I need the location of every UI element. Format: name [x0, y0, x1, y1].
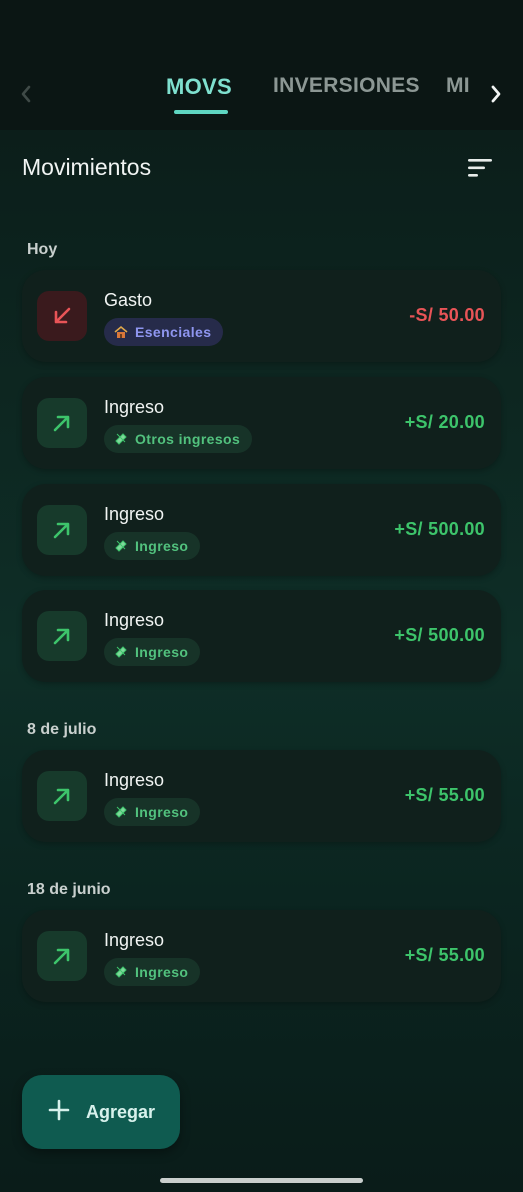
- transaction-amount: -S/ 50.00: [409, 305, 485, 325]
- transaction-amount: +S/ 55.00: [404, 785, 485, 805]
- tab-inversiones[interactable]: INVERSIONES: [273, 74, 420, 98]
- chevron-right-icon[interactable]: [484, 82, 508, 106]
- sort-filter-icon[interactable]: [467, 156, 493, 180]
- add-button-label: Agregar: [86, 1101, 156, 1122]
- category-label: Esenciales: [135, 324, 212, 340]
- top-tab-bar: MOVS INVERSIONES MI: [0, 0, 523, 130]
- transaction-amount: +S/ 500.00: [394, 519, 485, 539]
- transaction-title: Gasto: [104, 290, 153, 310]
- transaction-card[interactable]: Gasto Esenciales -S/ 50.00: [22, 270, 501, 362]
- money-icon: [114, 965, 128, 979]
- arrow-up-right-icon: [37, 611, 87, 661]
- category-chip: Ingreso: [104, 798, 201, 826]
- transaction-title: Ingreso: [104, 770, 165, 790]
- money-icon: [114, 539, 128, 553]
- date-group-label: 8 de julio: [27, 721, 97, 738]
- home-indicator[interactable]: [160, 1178, 363, 1183]
- transaction-title: Ingreso: [104, 930, 165, 950]
- transaction-amount: +S/ 55.00: [404, 945, 485, 965]
- category-label: Ingreso: [135, 538, 189, 554]
- house-icon: [114, 325, 128, 339]
- transaction-card[interactable]: Ingreso Ingreso +S/ 500.00: [22, 484, 501, 576]
- arrow-up-right-icon: [37, 505, 87, 555]
- tab-mi[interactable]: MI: [446, 74, 472, 98]
- money-icon: [114, 805, 128, 819]
- arrow-down-left-icon: [37, 291, 87, 341]
- category-label: Ingreso: [135, 804, 189, 820]
- money-icon: [114, 645, 128, 659]
- category-label: Otros ingresos: [135, 431, 241, 447]
- page-title: Movimientos: [22, 154, 152, 180]
- transaction-card[interactable]: Ingreso Otros ingresos +S/ 20.00: [22, 377, 501, 469]
- date-group-label: 18 de junio: [27, 881, 111, 898]
- add-button[interactable]: Agregar: [22, 1075, 180, 1149]
- transaction-title: Ingreso: [104, 397, 165, 417]
- category-label: Ingreso: [135, 964, 189, 980]
- category-chip: Ingreso: [104, 638, 201, 666]
- date-group-label: Hoy: [27, 241, 58, 258]
- category-label: Ingreso: [135, 644, 189, 660]
- arrow-up-right-icon: [37, 771, 87, 821]
- active-tab-indicator: [174, 110, 228, 114]
- transaction-title: Ingreso: [104, 504, 165, 524]
- arrow-up-right-icon: [37, 398, 87, 448]
- transaction-card[interactable]: Ingreso Ingreso +S/ 55.00: [22, 750, 501, 842]
- transaction-title: Ingreso: [104, 610, 165, 630]
- chevron-left-icon[interactable]: [14, 82, 38, 106]
- category-chip: Esenciales: [104, 318, 224, 346]
- category-chip: Otros ingresos: [104, 425, 253, 453]
- plus-icon: [48, 1099, 70, 1126]
- transaction-card[interactable]: Ingreso Ingreso +S/ 500.00: [22, 590, 501, 682]
- arrow-up-right-icon: [37, 931, 87, 981]
- money-icon: [114, 432, 128, 446]
- category-chip: Ingreso: [104, 958, 201, 986]
- transaction-amount: +S/ 500.00: [394, 625, 485, 645]
- transaction-card[interactable]: Ingreso Ingreso +S/ 55.00: [22, 910, 501, 1002]
- tab-movs[interactable]: MOVS: [166, 74, 232, 100]
- category-chip: Ingreso: [104, 532, 201, 560]
- transaction-amount: +S/ 20.00: [404, 412, 485, 432]
